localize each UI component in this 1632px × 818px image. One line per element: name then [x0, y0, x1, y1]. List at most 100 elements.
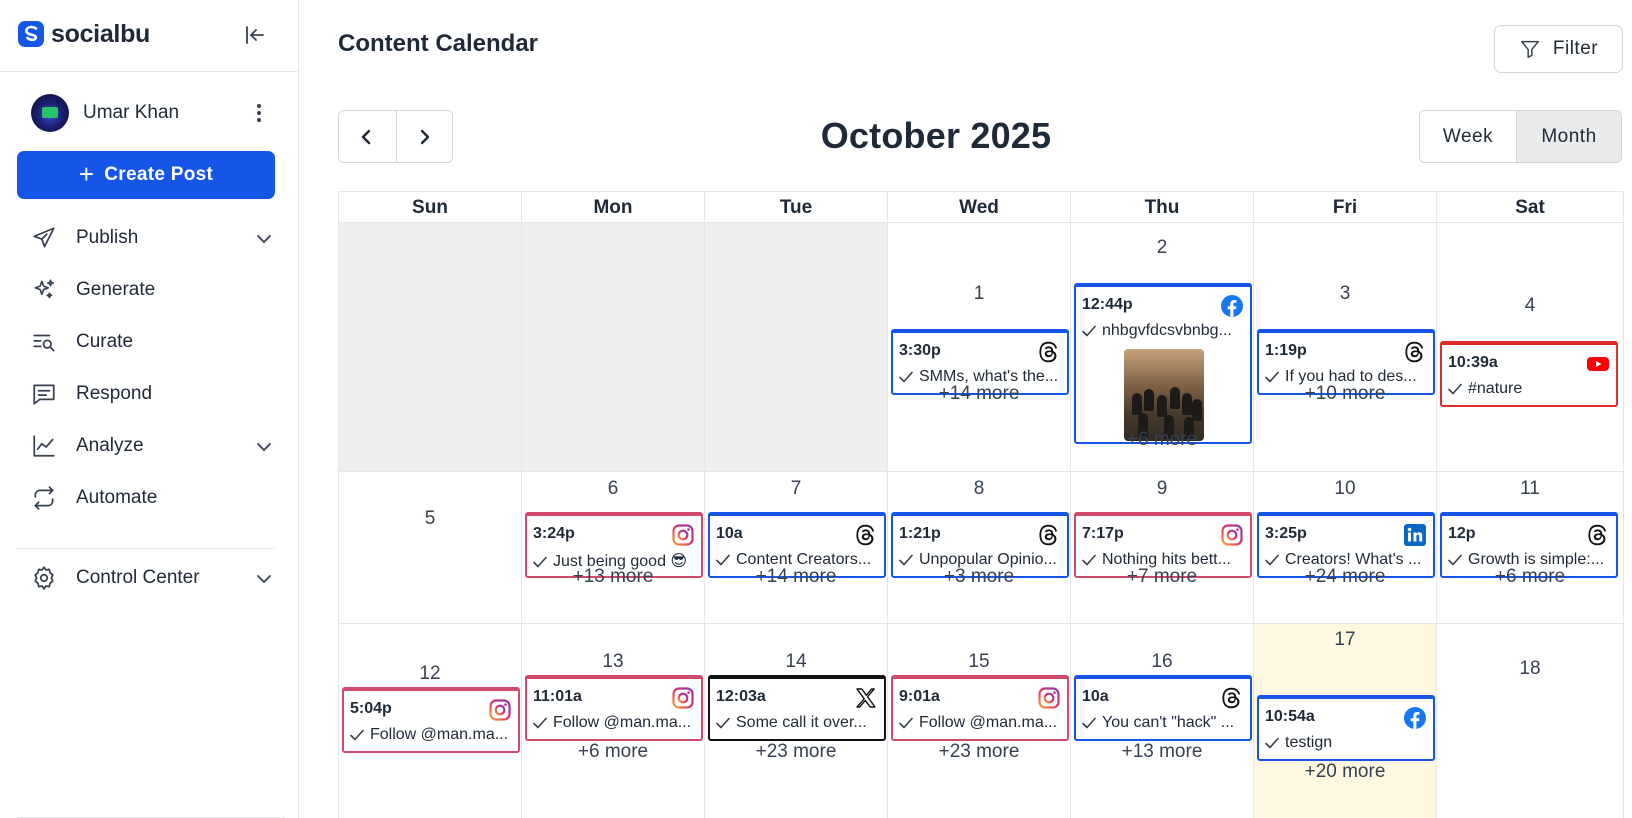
calendar-day-cell[interactable]: 1 3:30p SMMs, what's the... +14 more — [888, 223, 1071, 472]
calendar-day-cell[interactable]: 2 12:44p nhbgvfdcsvbnbg... +6 more — [1071, 223, 1254, 472]
calendar-day-cell[interactable]: 10 3:25p Creators! What's ... +24 more — [1254, 472, 1437, 624]
calendar-day-cell[interactable]: 3 1:19p If you had to des... +10 more — [1254, 223, 1437, 472]
user-menu-button[interactable] — [249, 98, 269, 128]
sidebar-item-label: Generate — [76, 279, 156, 300]
calendar-day-cell[interactable]: 15 9:01a Follow @man.ma... +23 more — [888, 624, 1071, 818]
avatar[interactable] — [31, 94, 69, 132]
user-profile[interactable]: Umar Khan — [31, 94, 271, 132]
more-posts-link[interactable]: +13 more — [522, 566, 704, 588]
scheduled-post-card[interactable]: 10a You can't "hack" ... — [1074, 675, 1252, 741]
post-time: 10a — [1082, 688, 1109, 705]
check-icon — [899, 554, 913, 566]
collapse-sidebar-button[interactable] — [242, 22, 268, 48]
post-time: 7:17p — [1082, 525, 1124, 542]
instagram-icon — [1220, 523, 1244, 547]
day-number: 5 — [424, 508, 436, 529]
sidebar-item-automate[interactable]: Automate — [30, 481, 276, 515]
chevron-left-icon — [362, 129, 371, 144]
calendar-day-cell[interactable]: 6 3:24p Just being good 😎 +13 more — [522, 472, 705, 624]
sidebar-item-analyze[interactable]: Analyze — [30, 429, 276, 463]
curate-icon — [30, 328, 58, 356]
send-icon — [30, 224, 58, 252]
calendar-day-cell[interactable]: 4 10:39a #nature — [1437, 223, 1624, 472]
threads-icon — [1037, 340, 1061, 364]
more-posts-link[interactable]: +23 more — [705, 741, 887, 763]
more-posts-link[interactable]: +10 more — [1254, 383, 1436, 405]
scheduled-post-card[interactable]: 11:01a Follow @man.ma... — [525, 675, 703, 741]
repeat-icon — [30, 484, 58, 512]
calendar-day-cell[interactable]: 16 10a You can't "hack" ... +13 more — [1071, 624, 1254, 818]
week-view-button[interactable]: Week — [1420, 111, 1516, 162]
sidebar-item-label: Automate — [76, 487, 158, 508]
check-icon — [533, 717, 547, 729]
sidebar-item-label: Respond — [76, 383, 153, 404]
more-posts-link[interactable]: +24 more — [1254, 566, 1436, 588]
calendar-day-cell[interactable]: 13 11:01a Follow @man.ma... +6 more — [522, 624, 705, 818]
month-view-button[interactable]: Month — [1516, 111, 1621, 162]
more-posts-link[interactable]: +20 more — [1254, 761, 1436, 783]
calendar-day-cell[interactable]: 8 1:21p Unpopular Opinio... +3 more — [888, 472, 1071, 624]
weekday-header: Fri — [1254, 192, 1437, 223]
sidebar-item-publish[interactable]: Publish — [30, 221, 276, 255]
scheduled-post-card[interactable]: 12:03a Some call it over... — [708, 675, 886, 741]
more-posts-link[interactable]: +6 more — [1437, 566, 1623, 588]
socialbu-logo-icon — [18, 21, 44, 47]
calendar-day-cell[interactable]: 12 5:04p Follow @man.ma... — [339, 624, 522, 818]
sidebar-item-label: Analyze — [76, 435, 144, 456]
calendar-day-cell[interactable]: 14 12:03a Some call it over... +23 more — [705, 624, 888, 818]
calendar-day-cell[interactable]: 5 — [339, 472, 522, 624]
post-text: nhbgvfdcsvbnbg... — [1102, 322, 1232, 339]
calendar-day-cell[interactable]: 17 10:54a testign +20 more — [1254, 624, 1437, 818]
post-time: 1:21p — [899, 525, 941, 542]
sidebar-item-curate[interactable]: Curate — [30, 325, 276, 359]
scheduled-post-card[interactable]: 9:01a Follow @man.ma... — [891, 675, 1069, 741]
chevron-down-icon — [257, 443, 271, 452]
previous-month-button[interactable] — [339, 111, 396, 162]
scheduled-post-card[interactable]: 5:04p Follow @man.ma... — [342, 687, 520, 753]
month-navigation — [338, 110, 453, 163]
create-post-button[interactable]: + Create Post — [17, 151, 275, 199]
filter-button[interactable]: Filter — [1494, 25, 1623, 73]
calendar-day-cell[interactable]: 11 12p Growth is simple:... +6 more — [1437, 472, 1624, 624]
sidebar: socialbu Umar Khan + Create Post Publish… — [0, 0, 299, 818]
brand[interactable]: socialbu — [17, 17, 150, 51]
more-posts-link[interactable]: +6 more — [1071, 429, 1253, 451]
calendar-day-cell[interactable]: 9 7:17p Nothing hits bett... +7 more — [1071, 472, 1254, 624]
check-icon — [716, 717, 730, 729]
sidebar-item-respond[interactable]: Respond — [30, 377, 276, 411]
post-time: 12:03a — [716, 688, 766, 705]
sidebar-item-generate[interactable]: Generate — [30, 273, 276, 307]
more-posts-link[interactable]: +14 more — [705, 566, 887, 588]
more-posts-link[interactable]: +23 more — [888, 741, 1070, 763]
post-preview: Follow @man.ma... — [899, 714, 1063, 732]
sparkle-icon — [30, 276, 58, 304]
sidebar-item-control-center[interactable]: Control Center — [30, 561, 276, 595]
more-posts-link[interactable]: +13 more — [1071, 741, 1253, 763]
more-vertical-icon — [257, 104, 261, 122]
more-posts-link[interactable]: +7 more — [1071, 566, 1253, 588]
check-icon — [899, 717, 913, 729]
post-text: Some call it over... — [736, 714, 867, 731]
post-preview: Some call it over... — [716, 714, 880, 732]
divider — [17, 548, 275, 549]
calendar-day-cell[interactable]: 18 — [1437, 624, 1624, 818]
more-posts-link[interactable]: +14 more — [888, 383, 1070, 405]
scheduled-post-card[interactable]: 10:39a #nature — [1440, 341, 1618, 407]
calendar-empty-cell — [705, 223, 888, 472]
post-time: 10a — [716, 525, 743, 542]
day-number: 7 — [790, 478, 802, 499]
day-number: 14 — [785, 651, 807, 672]
scheduled-post-card[interactable]: 12:44p nhbgvfdcsvbnbg... — [1074, 283, 1252, 444]
calendar-day-cell[interactable]: 7 10a Content Creators... +14 more — [705, 472, 888, 624]
weekday-header: Wed — [888, 192, 1071, 223]
day-number: 2 — [1156, 237, 1168, 258]
post-time: 3:24p — [533, 525, 575, 542]
more-posts-link[interactable]: +3 more — [888, 566, 1070, 588]
post-time: 11:01a — [533, 688, 582, 705]
post-preview: Follow @man.ma... — [350, 726, 514, 744]
post-time: 12p — [1448, 525, 1476, 542]
next-month-button[interactable] — [395, 111, 452, 162]
more-posts-link[interactable]: +6 more — [522, 741, 704, 763]
post-preview: Follow @man.ma... — [533, 714, 697, 732]
scheduled-post-card[interactable]: 10:54a testign — [1257, 695, 1435, 761]
